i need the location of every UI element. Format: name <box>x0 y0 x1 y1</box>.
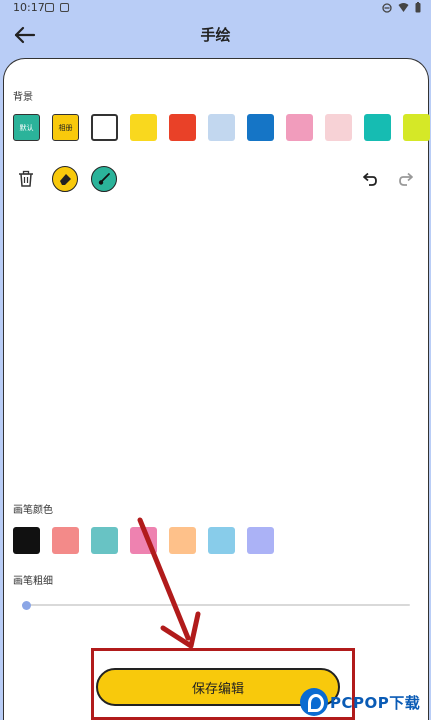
background-color-swatch[interactable] <box>169 114 196 141</box>
pen-color-swatch[interactable] <box>130 527 157 554</box>
battery-icon <box>415 2 421 13</box>
site-watermark: PCPOP下载 <box>300 684 420 720</box>
brush-icon <box>98 173 110 185</box>
background-label: 背景 <box>13 92 33 103</box>
do-not-disturb-icon <box>382 2 392 13</box>
pen-color-swatch[interactable] <box>13 527 40 554</box>
image-notification-icon <box>45 3 54 12</box>
pen-width-slider-thumb[interactable] <box>22 601 31 610</box>
pen-width-slider-track[interactable] <box>22 604 410 606</box>
background-color-swatch[interactable] <box>286 114 313 141</box>
status-time: 10:17 <box>13 1 45 14</box>
page-title: 手绘 <box>200 26 231 44</box>
background-color-swatch[interactable] <box>247 114 274 141</box>
pen-color-swatch[interactable] <box>208 527 235 554</box>
undo-icon[interactable] <box>360 171 378 187</box>
drawing-canvas[interactable] <box>10 205 420 490</box>
background-color-swatch[interactable] <box>325 114 352 141</box>
background-color-swatch[interactable] <box>91 114 118 141</box>
app-notification-icon <box>60 3 69 12</box>
watermark-logo-icon <box>300 688 328 716</box>
status-icons <box>382 2 421 13</box>
pen-color-label: 画笔颜色 <box>13 505 53 516</box>
pen-color-swatch[interactable] <box>247 527 274 554</box>
trash-icon[interactable] <box>17 170 35 188</box>
status-bar: 10:17 <box>0 0 431 16</box>
background-color-swatch[interactable] <box>364 114 391 141</box>
pen-color-swatch[interactable] <box>169 527 196 554</box>
brush-button[interactable] <box>91 166 117 192</box>
eraser-icon <box>60 174 71 185</box>
pen-width-label: 画笔粗细 <box>13 576 53 587</box>
album-background-button[interactable]: 相册 <box>52 114 79 141</box>
drawing-toolbar <box>17 166 417 194</box>
background-color-swatch[interactable] <box>208 114 235 141</box>
default-background-button[interactable]: 默认 <box>13 114 40 141</box>
pen-color-swatch[interactable] <box>52 527 79 554</box>
app-header: 手绘 <box>0 16 431 56</box>
watermark-text: PCPOP下载 <box>330 693 421 712</box>
eraser-button[interactable] <box>52 166 78 192</box>
background-color-swatch[interactable] <box>403 114 430 141</box>
pen-color-swatch[interactable] <box>91 527 118 554</box>
wifi-icon <box>398 2 409 12</box>
background-color-swatch[interactable] <box>130 114 157 141</box>
background-options: 默认 相册 <box>13 114 430 141</box>
pen-color-options <box>13 527 274 554</box>
redo-icon[interactable] <box>398 171 416 187</box>
